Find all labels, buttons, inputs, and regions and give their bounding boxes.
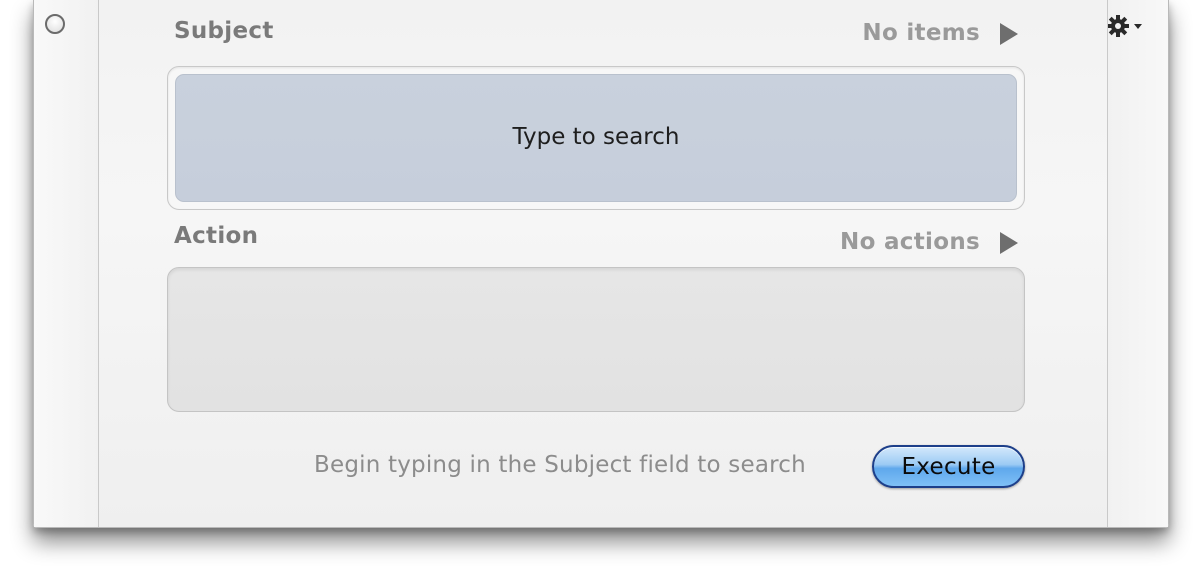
- gear-icon: [1107, 15, 1142, 37]
- subject-label: Subject: [174, 18, 274, 44]
- chevron-down-icon: [1134, 24, 1142, 29]
- quicksilver-window: Subject No items Type to search Action N…: [33, 0, 1169, 528]
- action-disclosure-icon[interactable]: [1000, 232, 1018, 254]
- execute-button-label: Execute: [901, 453, 996, 480]
- subject-disclosure-icon[interactable]: [1000, 23, 1018, 45]
- action-count: No actions: [840, 229, 980, 255]
- execute-button[interactable]: Execute: [872, 445, 1025, 488]
- subject-field[interactable]: Type to search: [167, 66, 1025, 210]
- subject-placeholder: Type to search: [512, 124, 680, 150]
- subject-count: No items: [862, 20, 980, 46]
- settings-menu-button[interactable]: [1107, 12, 1148, 40]
- action-field[interactable]: [167, 267, 1025, 412]
- subject-search-box[interactable]: Type to search: [175, 74, 1017, 202]
- right-rail: [1107, 0, 1168, 527]
- action-label: Action: [174, 223, 259, 249]
- left-rail: [34, 0, 99, 527]
- status-message: Begin typing in the Subject field to sea…: [314, 452, 806, 478]
- close-icon[interactable]: [45, 14, 65, 34]
